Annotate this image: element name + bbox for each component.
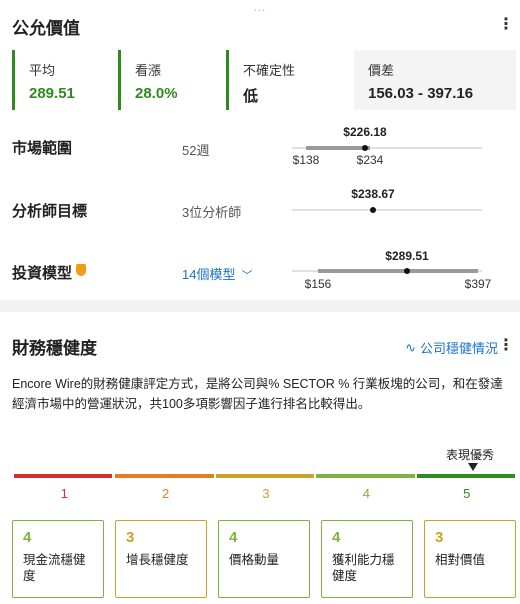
fair-value-card: ⋯ 公允價值 ⋮ 平均 289.51 看漲 28.0% 不確定性 低 價差 15… [0,0,520,300]
scale-segment-1 [14,474,113,478]
market-range-high: $234 [356,153,384,167]
score-box: 4 價格動量 [218,520,310,598]
market-range-bar [306,146,370,150]
stat-upside-label: 看漲 [135,63,162,78]
stat-average-value: 289.51 [29,85,75,102]
company-health-link-label: 公司穩健情況 [419,341,498,356]
market-range-low: $138 [292,153,320,167]
scale-number-4: 4 [362,486,371,501]
financial-health-description: Encore Wire的財務健康評定方式，是將公司與% SECTOR % 行業板… [12,377,503,411]
score-box: 3 相對價值 [424,520,516,598]
financial-health-card: 財務穩健度 ∿ 公司穩健情況 ⋮ Encore Wire的財務健康評定方式，是將… [0,312,520,604]
stat-uncertainty-label: 不確定性 [243,63,296,78]
score-value: 4 [229,529,238,546]
score-name: 獲利能力穩健度 [332,553,395,583]
investment-models-bar [318,269,478,273]
investment-models-low: $156 [304,277,332,291]
stat-spread-value: 156.03 - 397.16 [368,85,474,102]
market-range-current: $226.18 [343,125,387,139]
analyst-count: 3位分析師 [182,205,242,220]
scale-number-5: 5 [463,486,471,501]
scale-number-2: 2 [161,486,170,501]
analyst-target-track [292,209,482,211]
investment-models-high: $397 [464,277,492,291]
models-dropdown[interactable]: 14個模型 ﹀ [182,264,252,283]
score-name: 相對價值 [435,553,486,567]
more-options-icon[interactable]: ⋮ [498,338,514,354]
stat-uncertainty-value: 低 [243,88,259,105]
scale-segment-3 [215,474,315,478]
analyst-target-current: $238.67 [351,187,395,201]
stat-upside-value: 28.0% [135,85,178,102]
market-range-label: 市場範圍 [12,140,73,157]
stat-average: 平均 289.51 [12,50,110,110]
score-name: 增長穩健度 [126,553,189,567]
stat-spread-label: 價差 [368,63,395,78]
company-health-link[interactable]: ∿ 公司穩健情況 [405,338,498,357]
stat-average-label: 平均 [29,63,56,78]
score-box: 4 現金流穩健度 [12,520,104,598]
score-value: 3 [435,529,444,546]
score-box: 4 獲利能力穩健度 [321,520,413,598]
chevron-down-icon: ﹀ [241,270,253,282]
pro-shield-icon [76,263,87,276]
scale-segment-2 [115,474,214,478]
financial-health-title: 財務穩健度 [12,339,97,358]
score-name: 現金流穩健度 [23,553,86,583]
score-name: 價格動量 [229,553,280,567]
stat-upside: 看漲 28.0% [118,50,218,110]
market-range-marker [362,145,368,151]
score-value: 4 [23,529,32,546]
fair-value-title: 公允價值 [12,19,80,38]
scale-segment-5 [416,474,515,478]
stat-spread: 價差 156.03 - 397.16 [354,50,516,110]
score-value: 3 [126,529,135,546]
investment-models-current: $289.51 [385,249,429,263]
investment-models-marker [404,268,410,274]
scale-segment-4 [316,474,415,478]
scale-best-label: 表現優秀 [446,448,495,462]
analyst-target-label: 分析師目標 [12,203,88,220]
analyst-target-marker [370,207,376,213]
scale-number-3: 3 [262,486,270,501]
drag-handle-icon[interactable]: ⋯ [250,4,270,16]
current-rating-marker-icon [468,463,478,471]
market-range-period: 52週 [182,143,210,158]
more-options-icon[interactable]: ⋮ [498,17,514,33]
score-value: 4 [332,529,341,546]
pulse-icon: ∿ [405,339,416,355]
scale-number-1: 1 [60,486,68,501]
investment-models-label: 投資模型 [12,262,87,283]
score-box: 3 增長穩健度 [115,520,207,598]
stat-uncertainty: 不確定性 低 [226,50,346,110]
